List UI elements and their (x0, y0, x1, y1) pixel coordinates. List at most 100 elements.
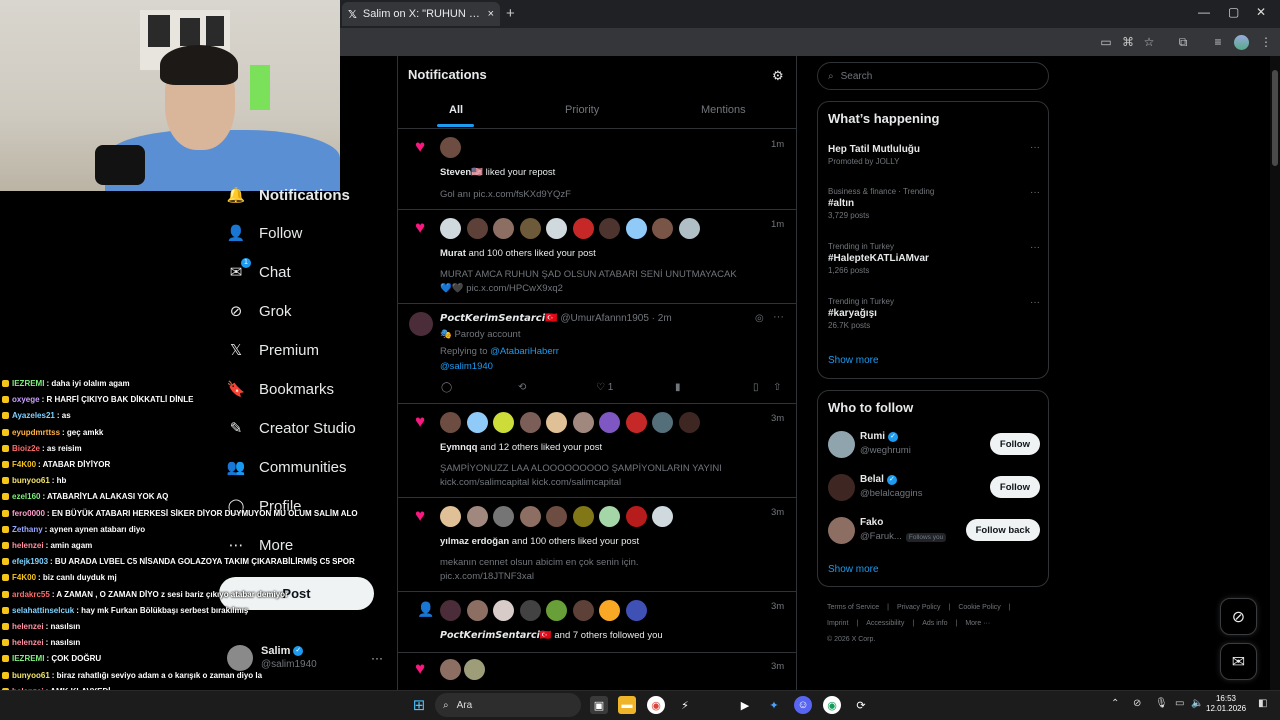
cast-icon[interactable]: ▭ (1098, 34, 1114, 50)
user-avatar[interactable] (493, 218, 514, 239)
extensions-icon[interactable]: ⧉ (1175, 34, 1191, 50)
footer-link[interactable]: Ads info (922, 620, 947, 627)
user-avatar[interactable] (466, 600, 488, 621)
browser-tab[interactable]: 𝕏 Salim on X: "RUHUN ŞAD OLSU × (342, 2, 500, 26)
liker-avatar[interactable] (440, 659, 461, 680)
chat-username[interactable]: IEZREMI (12, 379, 44, 388)
file-explorer-icon[interactable]: ▬ (618, 696, 636, 714)
chat-username[interactable]: eyupdmrttss (12, 428, 60, 437)
maximize-button[interactable]: ▢ (1228, 5, 1239, 19)
chat-username[interactable]: bunyoo61 (12, 476, 50, 485)
user-avatar[interactable] (625, 218, 647, 239)
chat-username[interactable]: Zethany (12, 525, 43, 534)
user-avatar[interactable] (440, 412, 461, 433)
account-name[interactable]: Salim ✓ (261, 645, 304, 657)
user-avatar[interactable] (625, 412, 647, 433)
user-avatar[interactable] (440, 218, 461, 239)
notification-post-preview[interactable]: Gol anı pic.x.com/fsKXd9YQzF (440, 188, 571, 202)
chat-username[interactable]: oxyege (12, 395, 40, 404)
footer-link[interactable]: Imprint (827, 620, 848, 627)
notification-bell-icon[interactable]: ◧ (1258, 698, 1267, 709)
liker-avatar[interactable] (440, 137, 461, 158)
like-button[interactable]: ♡ 1 (596, 382, 613, 393)
chat-username[interactable]: F4K00 (12, 573, 36, 582)
footer-link[interactable]: Cookie Policy (958, 604, 1000, 611)
user-avatar[interactable] (572, 506, 594, 527)
volume-icon[interactable]: 🔈 (1191, 698, 1203, 709)
reading-list-icon[interactable]: ≡ (1210, 34, 1226, 50)
chrome-icon[interactable]: ◉ (823, 696, 841, 714)
tray-icon[interactable]: ⊘ (1133, 698, 1141, 709)
follow-suggestion[interactable]: Rumi ✓ @weghrumi Follow (828, 431, 1040, 461)
tweet-author-avatar[interactable] (409, 312, 433, 336)
chat-username[interactable]: F4K00 (12, 460, 36, 469)
account-avatar[interactable] (227, 645, 253, 671)
trend-more-icon[interactable]: ··· (1030, 187, 1040, 198)
user-avatar[interactable] (678, 412, 700, 433)
user-avatar[interactable] (599, 412, 620, 433)
bookmark-icon[interactable]: ▯ (753, 382, 759, 393)
liker-avatar[interactable] (464, 659, 485, 680)
nav-item-chat[interactable]: ✉ 1 Chat (227, 257, 291, 287)
translate-icon[interactable]: ⌘ (1120, 34, 1136, 50)
chat-username[interactable]: ardakrc55 (12, 590, 50, 599)
user-avatar[interactable] (519, 218, 541, 239)
nav-item-grok[interactable]: ⊘ Grok (227, 296, 292, 326)
account-more-icon[interactable]: ··· (371, 651, 383, 665)
browser-menu-icon[interactable]: ⋮ (1258, 34, 1274, 50)
trend-item[interactable]: Trending in Turkey #karyağışı 26.7K posts ·… (828, 297, 1040, 330)
follow-button[interactable]: Follow (989, 433, 1040, 455)
suggestion-name[interactable]: Rumi ✓ (860, 431, 898, 442)
app-icon[interactable]: ✦ (765, 696, 783, 714)
user-avatar[interactable] (493, 506, 514, 527)
nav-item-follow[interactable]: 👤 Follow (227, 218, 303, 248)
reply-icon[interactable]: ◯ (441, 382, 452, 393)
user-avatar[interactable] (572, 412, 594, 433)
nav-item-bookmarks[interactable]: 🔖 Bookmarks (227, 374, 334, 404)
user-avatar[interactable] (440, 506, 461, 527)
nav-item-communities[interactable]: 👥 Communities (227, 452, 347, 482)
chat-username[interactable]: Bioiz2e (12, 444, 40, 453)
user-avatar[interactable] (546, 506, 567, 527)
chat-username[interactable]: fero0000 (12, 509, 45, 518)
user-avatar[interactable] (625, 600, 647, 621)
share-icon[interactable]: ⇧ (773, 382, 781, 393)
mic-icon[interactable]: 🎙 (1155, 698, 1168, 709)
user-avatar[interactable] (599, 218, 620, 239)
trend-more-icon[interactable]: ··· (1030, 242, 1040, 253)
tab-mentions[interactable]: Mentions (701, 104, 746, 116)
chat-username[interactable]: IEZREMI (12, 654, 44, 663)
tweet-more-icon[interactable]: ··· (773, 311, 784, 323)
task-view-icon[interactable]: ▣ (590, 696, 608, 714)
page-scrollbar[interactable] (1270, 56, 1280, 690)
follow-button[interactable]: Follow back (965, 519, 1040, 541)
notification-text[interactable]: Steven🇺🇸 liked your repost (440, 167, 555, 178)
grok-icon[interactable]: ◎ (755, 313, 764, 324)
footer-link[interactable]: Accessibility (866, 620, 904, 627)
clock[interactable]: 16:53 12.01.2026 (1206, 694, 1246, 714)
user-avatar[interactable] (678, 218, 700, 239)
trend-more-icon[interactable]: ··· (1030, 142, 1040, 153)
trend-item[interactable]: Hep Tatil Mutluluğu Promoted by JOLLY ··· (828, 142, 1040, 166)
notification-post-preview[interactable]: ŞAMPİYONUZZ LAA ALOOOOOOOOO ŞAMPİYONLARI… (440, 462, 722, 490)
network-icon[interactable]: ▭ (1175, 698, 1184, 709)
user-avatar[interactable] (652, 506, 673, 527)
follow-suggestion[interactable]: Fako @Faruk... Follows you Follow back (828, 517, 1040, 547)
suggestion-avatar[interactable] (828, 431, 855, 458)
user-avatar[interactable] (546, 412, 567, 433)
tab-close-icon[interactable]: × (488, 8, 494, 20)
grok-fab-icon[interactable]: ⊘ (1220, 598, 1257, 635)
footer-link[interactable]: Terms of Service (827, 604, 879, 611)
user-avatar[interactable] (599, 506, 620, 527)
chat-username[interactable]: bunyoo61 (12, 671, 50, 680)
browser-profile-avatar[interactable] (1234, 35, 1249, 50)
tab-all[interactable]: All (449, 104, 463, 116)
user-avatar[interactable] (466, 412, 488, 433)
retweet-icon[interactable]: ⟲ (518, 382, 526, 393)
discord-icon[interactable]: ☺ (794, 696, 812, 714)
user-avatar[interactable] (546, 600, 567, 621)
app-icon[interactable]: ⚡ (676, 696, 694, 714)
notification-text[interactable]: 𝙋𝙤𝙘𝙩𝙆𝙚𝙧𝙞𝙢𝙎𝙚𝙣𝙩𝙖𝙧𝙘𝙞🇹🇷 and 7 others followe… (440, 630, 663, 641)
notification-post-preview[interactable]: MURAT AMCA RUHUN ŞAD OLSUN ATABARI SENİ … (440, 268, 737, 296)
messages-fab-icon[interactable]: ✉ (1220, 643, 1257, 680)
